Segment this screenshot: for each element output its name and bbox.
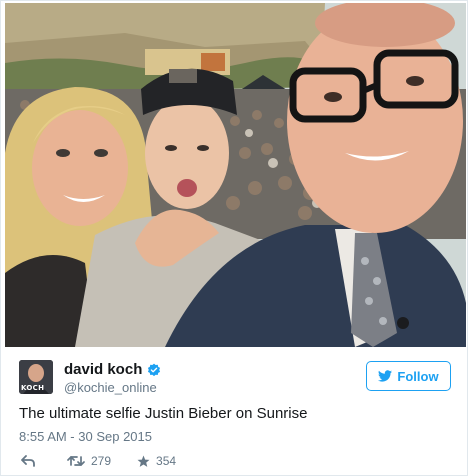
tweet-text: The ultimate selfie Justin Bieber on Sun… xyxy=(19,405,308,422)
retweet-count: 279 xyxy=(91,454,112,468)
like-count: 354 xyxy=(156,454,177,468)
author-display-name[interactable]: david koch xyxy=(64,361,142,378)
verified-icon xyxy=(148,363,161,376)
tweet-photo[interactable] xyxy=(5,3,466,347)
author-handle[interactable]: @kochie_online xyxy=(64,380,157,395)
avatar[interactable]: KOCH xyxy=(19,360,53,394)
retweet-button[interactable]: 279 xyxy=(67,454,111,468)
tweet-header: KOCH david koch @kochie_online Follow xyxy=(19,357,451,397)
embedded-tweet: KOCH david koch @kochie_online Follow Th… xyxy=(0,0,468,476)
retweet-icon xyxy=(67,456,85,466)
like-icon xyxy=(137,455,150,467)
follow-button[interactable]: Follow xyxy=(366,361,451,391)
reply-button[interactable] xyxy=(21,455,41,467)
like-button[interactable]: 354 xyxy=(137,454,176,468)
author-name-row: david koch xyxy=(64,361,161,378)
avatar-label: KOCH xyxy=(21,384,45,392)
tweet-timestamp[interactable]: 8:55 AM - 30 Sep 2015 xyxy=(19,429,152,444)
tweet-actions: 279 354 xyxy=(21,454,202,468)
follow-label: Follow xyxy=(397,368,439,384)
twitter-bird-icon xyxy=(378,370,393,382)
reply-icon xyxy=(21,455,35,467)
selfie-image xyxy=(5,3,466,347)
